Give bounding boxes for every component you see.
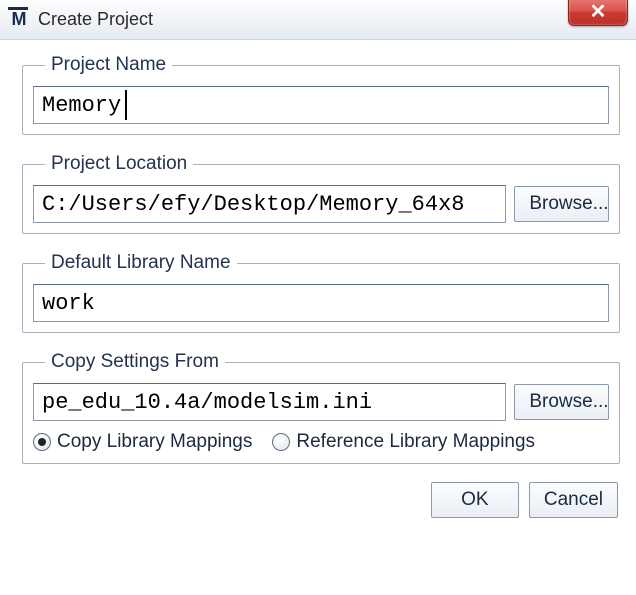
radio-reference-library-mappings[interactable]: Reference Library Mappings bbox=[272, 431, 535, 453]
copy-settings-browse-button[interactable]: Browse... bbox=[514, 384, 609, 420]
dialog-body: Project Name Project Location Browse... … bbox=[0, 40, 636, 530]
app-icon: M bbox=[8, 9, 30, 31]
titlebar: M Create Project ✕ bbox=[0, 0, 636, 40]
dialog-button-row: OK Cancel bbox=[22, 482, 620, 518]
radio-copy-label: Copy Library Mappings bbox=[57, 431, 252, 453]
default-library-legend: Default Library Name bbox=[45, 252, 237, 274]
default-library-input[interactable] bbox=[33, 284, 609, 322]
project-name-input[interactable] bbox=[33, 86, 609, 124]
radio-icon bbox=[33, 433, 51, 451]
cancel-button[interactable]: Cancel bbox=[529, 482, 618, 518]
radio-icon bbox=[272, 433, 290, 451]
project-location-group: Project Location Browse... bbox=[22, 153, 620, 234]
project-location-legend: Project Location bbox=[45, 153, 193, 175]
project-name-group: Project Name bbox=[22, 54, 620, 135]
copy-settings-input[interactable] bbox=[33, 383, 506, 421]
ok-button[interactable]: OK bbox=[431, 482, 519, 518]
close-icon: ✕ bbox=[590, 0, 607, 24]
project-location-browse-button[interactable]: Browse... bbox=[514, 186, 609, 222]
copy-settings-group: Copy Settings From Browse... Copy Librar… bbox=[22, 351, 620, 464]
project-name-input-wrapper bbox=[33, 86, 609, 124]
project-location-input[interactable] bbox=[33, 185, 506, 223]
radio-copy-library-mappings[interactable]: Copy Library Mappings bbox=[33, 431, 252, 453]
default-library-group: Default Library Name bbox=[22, 252, 620, 333]
close-button[interactable]: ✕ bbox=[568, 0, 628, 26]
copy-settings-options: Copy Library Mappings Reference Library … bbox=[33, 431, 609, 453]
radio-reference-label: Reference Library Mappings bbox=[296, 431, 535, 453]
copy-settings-legend: Copy Settings From bbox=[45, 351, 225, 373]
window-title: Create Project bbox=[38, 9, 153, 30]
project-name-legend: Project Name bbox=[45, 54, 172, 76]
